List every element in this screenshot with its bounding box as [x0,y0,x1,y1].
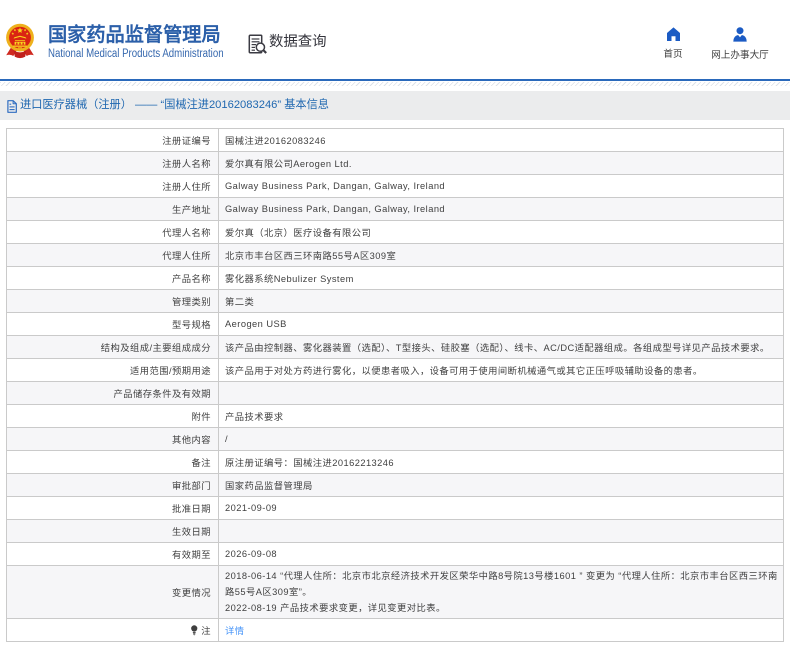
nav-service-hall-label: 网上办事大厅 [705,47,775,61]
table-row: 备注原注册证编号：国械注进20162213246 [7,451,784,474]
row-label: 产品名称 [7,267,219,290]
detail-link[interactable]: 详情 [225,626,245,636]
table-row: 变更情况2018-06-14 “代理人住所：北京市北京经济技术开发区荣华中路8号… [7,566,784,619]
row-value: 爱尔真（北京）医疗设备有限公司 [219,221,784,244]
table-row: 附件产品技术要求 [7,405,784,428]
row-value: 2026-09-08 [219,543,784,566]
row-label: 产品储存条件及有效期 [7,382,219,405]
row-value: Aerogen USB [219,313,784,336]
row-label: 注册人名称 [7,152,219,175]
registration-detail: 注册证编号国械注进20162083246注册人名称爱尔真有限公司Aerogen … [6,128,790,642]
row-value: 第二类 [219,290,784,313]
table-row: 生效日期 [7,520,784,543]
data-query-icon [247,34,267,54]
table-row: 产品储存条件及有效期 [7,382,784,405]
row-value: 国械注进20162083246 [219,129,784,152]
row-value [219,520,784,543]
row-value: 2018-06-14 “代理人住所：北京市北京经济技术开发区荣华中路8号院13号… [219,566,784,619]
bulb-icon [190,625,199,636]
row-label: 变更情况 [7,566,219,619]
row-value [219,382,784,405]
table-row: 其他内容/ [7,428,784,451]
breadcrumb: 进口医疗器械（注册） —— “国械注进20162083246” 基本信息 [20,91,329,120]
table-row: 代理人名称爱尔真（北京）医疗设备有限公司 [7,221,784,244]
home-icon [667,27,680,41]
row-value: 该产品用于对处方药进行雾化，以便患者吸入，设备可用于使用间断机械通气或其它正压呼… [219,359,784,382]
row-value: / [219,428,784,451]
row-label: 注册证编号 [7,129,219,152]
row-label: 有效期至 [7,543,219,566]
row-label: 注册人住所 [7,175,219,198]
row-value: 产品技术要求 [219,405,784,428]
table-row: 批准日期2021-09-09 [7,497,784,520]
row-label: 其他内容 [7,428,219,451]
table-row: 有效期至2026-09-08 [7,543,784,566]
row-value: 该产品由控制器、雾化器装置（选配）、T型接头、硅胶塞（选配）、线卡、AC/DC适… [219,336,784,359]
site-title: 国家药品监督管理局 [48,26,221,46]
row-label: 备注 [7,451,219,474]
nav-service-hall[interactable]: 网上办事大厅 [705,27,775,61]
data-query-label: 数据查询 [269,33,327,51]
table-row: 注册证编号国械注进20162083246 [7,129,784,152]
row-value: 2021-09-09 [219,497,784,520]
site-header: 国家药品监督管理局 National Medical Products Admi… [0,0,790,79]
user-icon [733,27,747,42]
table-row: 适用范围/预期用途该产品用于对处方药进行雾化，以便患者吸入，设备可用于使用间断机… [7,359,784,382]
row-value: 国家药品监督管理局 [219,474,784,497]
row-label: 批准日期 [7,497,219,520]
row-value: 北京市丰台区西三环南路55号A区309室 [219,244,784,267]
document-icon [7,100,17,113]
breadcrumb-bar: 进口医疗器械（注册） —— “国械注进20162083246” 基本信息 [0,91,790,120]
row-value: 雾化器系统Nebulizer System [219,267,784,290]
site-subtitle: National Medical Products Administration [48,48,224,60]
table-row: 结构及组成/主要组成成分该产品由控制器、雾化器装置（选配）、T型接头、硅胶塞（选… [7,336,784,359]
row-label: 代理人住所 [7,244,219,267]
row-value: 详情 [219,619,784,642]
table-row: 审批部门国家药品监督管理局 [7,474,784,497]
row-label: 管理类别 [7,290,219,313]
header-divider-line [0,79,790,81]
table-row: 型号规格Aerogen USB [7,313,784,336]
row-label: 注 [7,619,219,642]
table-row: 注册人住所Galway Business Park, Dangan, Galwa… [7,175,784,198]
table-row: 产品名称雾化器系统Nebulizer System [7,267,784,290]
row-value: Galway Business Park, Dangan, Galway, Ir… [219,198,784,221]
row-label: 审批部门 [7,474,219,497]
table-row: 代理人住所北京市丰台区西三环南路55号A区309室 [7,244,784,267]
table-row: 管理类别第二类 [7,290,784,313]
national-emblem-logo [5,21,35,59]
table-row: 注册人名称爱尔真有限公司Aerogen Ltd. [7,152,784,175]
row-label: 型号规格 [7,313,219,336]
row-label: 适用范围/预期用途 [7,359,219,382]
row-label: 附件 [7,405,219,428]
table-row: 生产地址Galway Business Park, Dangan, Galway… [7,198,784,221]
row-label: 代理人名称 [7,221,219,244]
table-row: 注详情 [7,619,784,642]
row-value: 原注册证编号：国械注进20162213246 [219,451,784,474]
row-label: 生产地址 [7,198,219,221]
row-value: 爱尔真有限公司Aerogen Ltd. [219,152,784,175]
registration-table: 注册证编号国械注进20162083246注册人名称爱尔真有限公司Aerogen … [6,128,784,642]
row-label: 结构及组成/主要组成成分 [7,336,219,359]
nav-home[interactable]: 首页 [650,27,696,60]
row-value: Galway Business Park, Dangan, Galway, Ir… [219,175,784,198]
row-label: 生效日期 [7,520,219,543]
registration-table-body: 注册证编号国械注进20162083246注册人名称爱尔真有限公司Aerogen … [7,129,784,642]
nav-home-label: 首页 [650,46,696,60]
